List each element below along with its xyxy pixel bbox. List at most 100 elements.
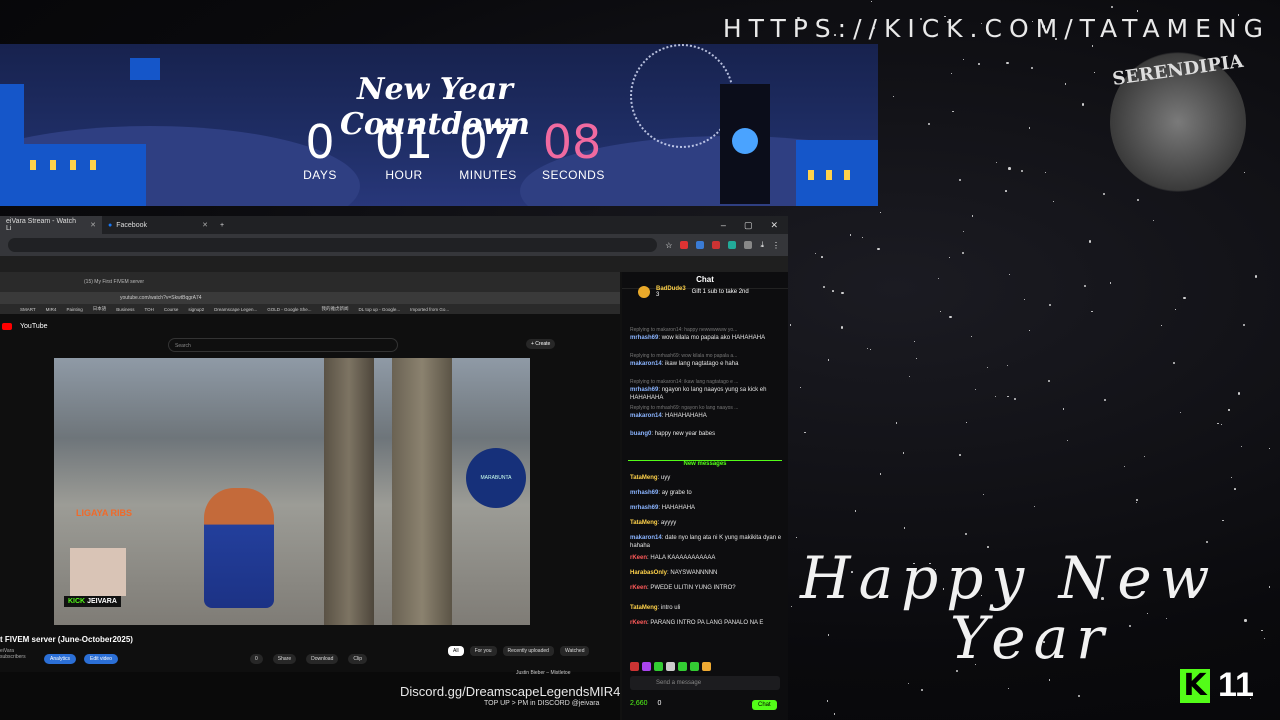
clip-button[interactable]: Clip xyxy=(348,654,367,664)
bookmark-item[interactable]: 我的雅虎新闻 xyxy=(321,306,348,312)
minimize-icon[interactable]: – xyxy=(721,220,726,231)
tab-facebook[interactable]: ● Facebook ✕ xyxy=(102,216,214,234)
chat-username[interactable]: rKeen xyxy=(630,585,647,591)
webcam-overlay xyxy=(70,548,126,596)
extension-icon[interactable] xyxy=(728,241,737,249)
youtube-search-input[interactable]: Search xyxy=(168,338,398,352)
star xyxy=(1007,395,1009,398)
bookmark-item[interactable]: DL top up - Google... xyxy=(358,307,400,312)
chip-all[interactable]: All xyxy=(448,646,464,656)
chip-watched[interactable]: Watched xyxy=(559,646,590,656)
star xyxy=(959,453,961,456)
chat-username[interactable]: makaron14 xyxy=(630,361,662,367)
chat-username[interactable]: rKeen xyxy=(630,620,647,626)
countdown-days: 0 DAYS xyxy=(290,116,350,182)
like-button[interactable]: 0 xyxy=(250,654,263,664)
emote-icon[interactable] xyxy=(702,662,711,671)
address-bar[interactable] xyxy=(8,238,658,252)
star xyxy=(1020,169,1023,173)
star xyxy=(821,256,823,258)
chat-send-button[interactable]: Chat xyxy=(752,700,777,710)
chat-username[interactable]: TataMeng xyxy=(630,605,658,611)
menu-icon[interactable]: ⋮ xyxy=(772,241,780,250)
chat-username[interactable]: mrhash69 xyxy=(630,335,658,341)
extension-icon[interactable] xyxy=(696,241,705,249)
inner-address[interactable]: youtube.com/watch?v=SkwtBqgrA74 xyxy=(0,292,620,304)
tab-kick-stream[interactable]: eiVara Stream - Watch Li ✕ xyxy=(0,216,102,234)
star xyxy=(1175,308,1176,310)
download-icon[interactable]: ⤓ xyxy=(760,240,764,250)
inner-tab-label[interactable]: (15) My First FIVEM server xyxy=(84,279,144,285)
emote-bar xyxy=(630,662,711,671)
bookmark-item[interactable]: Painting xyxy=(66,307,82,312)
kick-label-name: JEIVARA xyxy=(87,598,117,605)
chat-username[interactable]: rKeen xyxy=(630,555,647,561)
chat-username[interactable]: TataMeng xyxy=(630,520,658,526)
star xyxy=(1268,586,1271,588)
extension-icon[interactable] xyxy=(680,241,689,249)
close-icon[interactable]: ✕ xyxy=(202,221,208,229)
emote-icon[interactable] xyxy=(678,662,687,671)
emote-icon[interactable] xyxy=(666,662,675,671)
bookmark-item[interactable]: 日本語 xyxy=(93,306,107,312)
video-player[interactable]: LIGAYA RIBS KICK JEIVARA MARABUNTA xyxy=(54,358,530,625)
maximize-icon[interactable]: ▢ xyxy=(744,220,753,231)
video-actions: 0 Share Download Clip xyxy=(250,654,367,664)
chat-username[interactable]: TataMeng xyxy=(630,475,658,481)
chat-username[interactable]: mrhash69 xyxy=(630,505,658,511)
bookmark-item[interactable]: SMART xyxy=(20,307,36,312)
bookmark-item[interactable]: GOLD - Google She... xyxy=(267,307,311,312)
chat-message: rKeen: PWEDE ULITIN YUNG INTRO? xyxy=(630,585,736,591)
bookmark-item[interactable]: TOH xyxy=(144,307,153,312)
chip-recently-uploaded[interactable]: Recently uploaded xyxy=(502,646,554,656)
star xyxy=(1006,62,1009,65)
points-value[interactable]: 2,660 xyxy=(630,700,648,707)
star xyxy=(877,247,880,251)
star xyxy=(1173,361,1176,364)
emote-icon[interactable] xyxy=(654,662,663,671)
close-window-icon[interactable]: ✕ xyxy=(770,220,778,231)
chat-message: TataMeng: ayyyy xyxy=(630,520,677,526)
youtube-brand[interactable]: YouTube xyxy=(20,323,48,330)
emote-icon[interactable] xyxy=(642,662,651,671)
bookmark-item[interactable]: Dreamscape Legen... xyxy=(214,307,257,312)
chat-text: HAHAHAHAHA xyxy=(665,413,707,419)
star xyxy=(1008,167,1011,171)
star xyxy=(978,62,981,65)
zero-value: 0 xyxy=(657,700,662,707)
gift-banner[interactable]: BadDude3 3 Gift 1 sub to take 2nd xyxy=(638,286,749,298)
chat-username[interactable]: mrhash69 xyxy=(630,490,658,496)
bookmark-item[interactable]: Course xyxy=(164,307,179,312)
channel-name: eiVara subscribers xyxy=(0,648,26,660)
chat-username[interactable]: makaron14 xyxy=(630,413,662,419)
emote-icon[interactable] xyxy=(630,662,639,671)
chat-username[interactable]: makaron14 xyxy=(630,535,662,541)
star xyxy=(1160,325,1162,326)
new-tab-icon[interactable]: + xyxy=(220,222,224,229)
edit-video-button[interactable]: Edit video xyxy=(84,654,118,664)
chat-input[interactable]: Send a message xyxy=(630,676,780,690)
filter-chips: All For you Recently uploaded Watched xyxy=(448,646,590,656)
chat-username[interactable]: buang0 xyxy=(630,431,651,437)
chat-username[interactable]: HarabasOnly xyxy=(630,570,667,576)
youtube-logo-icon[interactable] xyxy=(2,322,12,330)
chip-for-you[interactable]: For you xyxy=(469,646,497,656)
star xyxy=(951,110,954,113)
bookmark-item[interactable]: Imported from Go... xyxy=(410,307,449,312)
minutes-value: 07 xyxy=(458,115,518,169)
bookmark-item[interactable]: MIR4 xyxy=(46,307,57,312)
download-button[interactable]: Download xyxy=(306,654,339,664)
share-button[interactable]: Share xyxy=(272,654,297,664)
extension-icon[interactable] xyxy=(744,241,753,249)
chat-text: HALA KAAAAAAAAAAA xyxy=(650,555,716,561)
close-icon[interactable]: ✕ xyxy=(90,221,96,229)
chat-username[interactable]: mrhash69 xyxy=(630,387,658,393)
extension-icon[interactable] xyxy=(712,241,721,249)
star xyxy=(1135,499,1138,501)
star-icon[interactable]: ☆ xyxy=(665,241,672,250)
bookmark-item[interactable]: signup2 xyxy=(188,307,204,312)
emote-icon[interactable] xyxy=(690,662,699,671)
create-button[interactable]: + Create xyxy=(526,339,556,349)
analytics-button[interactable]: Analytics xyxy=(44,654,77,664)
bookmark-item[interactable]: Business xyxy=(116,307,134,312)
